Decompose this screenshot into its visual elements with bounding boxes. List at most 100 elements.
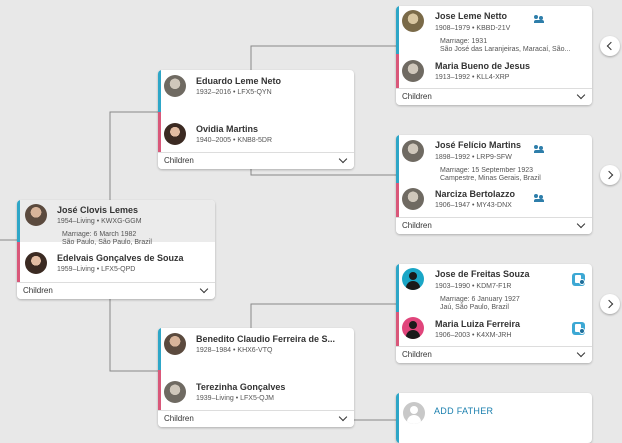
- person-name[interactable]: Jose Leme Netto: [435, 11, 530, 21]
- person-meta: 1932–2016 • LFX5-QYN: [196, 89, 272, 96]
- marriage-info: Marriage: 15 September 1923 Campestre, M…: [440, 167, 590, 183]
- separator: •: [96, 218, 100, 225]
- people-record-icon[interactable]: [534, 15, 544, 23]
- person-meta: 1898–1992 • LRP9-SFW: [435, 154, 512, 161]
- marriage-place: São Paulo, São Paulo, Brazil: [62, 239, 152, 246]
- person-name[interactable]: Maria Bueno de Jesus: [435, 61, 585, 71]
- chevron-down-icon: [576, 90, 586, 100]
- children-toggle[interactable]: Children: [17, 282, 215, 299]
- chevron-down-icon: [576, 219, 586, 229]
- chevron-right-icon: [604, 170, 614, 180]
- children-label: Children: [402, 92, 432, 101]
- grandmother-1[interactable]: Maria Bueno de Jesus 1913–1992 • KLL4-XR…: [396, 58, 592, 88]
- lifespan: 1928–1984: [196, 347, 232, 354]
- person-id: KDM7-F1R: [476, 283, 512, 290]
- person-name[interactable]: Edelvais Gonçalves de Souza: [57, 253, 212, 263]
- person-id: LFX5-QJM: [240, 395, 274, 402]
- lifespan: 1908–1979: [435, 25, 471, 32]
- grandfather-3[interactable]: Jose de Freitas Souza 1903–1990 • KDM7-F…: [396, 264, 592, 294]
- grandparents-card-2: José Felício Martins 1898–1992 • LRP9-SF…: [396, 135, 592, 234]
- marriage-place: Campestre, Minas Gerais, Brazil: [440, 175, 541, 182]
- person-name[interactable]: Maria Luiza Ferreira: [435, 319, 565, 329]
- lifespan: 1913–1992: [435, 74, 471, 81]
- avatar: [402, 10, 424, 32]
- marriage-info: Marriage: 6 January 1927 Jaú, São Paulo,…: [440, 296, 590, 312]
- chevron-right-icon: [604, 299, 614, 309]
- children-toggle[interactable]: Children: [158, 152, 354, 169]
- person-meta: 1913–1992 • KLL4-XRP: [435, 74, 509, 81]
- children-label: Children: [164, 414, 194, 423]
- expand-right-button[interactable]: [600, 294, 620, 314]
- marriage-date: Marriage: 6 March 1982: [62, 231, 137, 238]
- person-meta: 1928–1984 • KHX6-VTQ: [196, 347, 272, 354]
- person-id: KNB8-5DR: [237, 137, 273, 144]
- children-toggle[interactable]: Children: [396, 346, 592, 363]
- maternal-mother[interactable]: Terezinha Gonçalves 1939–Living • LFX5-Q…: [158, 378, 354, 410]
- people-record-icon[interactable]: [534, 194, 544, 202]
- paternal-father[interactable]: Eduardo Leme Neto 1932–2016 • LFX5-QYN: [158, 70, 354, 112]
- maternal-father[interactable]: Benedito Claudio Ferreira de S... 1928–1…: [158, 328, 354, 370]
- expand-right-button[interactable]: [600, 165, 620, 185]
- grandparents-card-3: Jose de Freitas Souza 1903–1990 • KDM7-F…: [396, 264, 592, 363]
- separator: •: [472, 332, 475, 339]
- person-id: KWXG-GGM: [101, 218, 142, 225]
- grandfather-2[interactable]: José Felício Martins 1898–1992 • LRP9-SF…: [396, 135, 592, 165]
- person-name[interactable]: José Clovis Lemes: [57, 205, 207, 215]
- person-meta: 1939–Living • LFX5-QJM: [196, 395, 274, 402]
- male-bar: [396, 393, 399, 443]
- person-meta: 1906–2003 • K4XM-JRH: [435, 332, 511, 339]
- lifespan: 1932–2016: [196, 89, 232, 96]
- person-name[interactable]: Narciza Bertolazzo: [435, 189, 530, 199]
- separator: •: [472, 283, 475, 290]
- lifespan: 1959–Living: [57, 266, 95, 273]
- chevron-down-icon: [338, 412, 348, 422]
- chevron-down-icon: [199, 284, 209, 294]
- children-label: Children: [402, 221, 432, 230]
- female-silhouette-icon: [402, 317, 424, 339]
- root-wife[interactable]: Edelvais Gonçalves de Souza 1959–Living …: [17, 250, 215, 282]
- person-name[interactable]: Eduardo Leme Neto: [196, 76, 346, 86]
- person-id: KLL4-XRP: [476, 74, 510, 81]
- paternal-mother[interactable]: Ovidia Martins 1940–2005 • KNB8-5DR: [158, 120, 354, 152]
- people-record-icon[interactable]: [534, 145, 544, 153]
- children-label: Children: [164, 156, 194, 165]
- chevron-down-icon: [338, 154, 348, 164]
- person-id: LFX5-QYN: [237, 89, 272, 96]
- children-toggle[interactable]: Children: [396, 88, 592, 105]
- avatar: [402, 60, 424, 82]
- person-name[interactable]: Jose de Freitas Souza: [435, 269, 565, 279]
- grandparents-card-1: Jose Leme Netto 1908–1979 • KBBD-21V Mar…: [396, 6, 592, 105]
- children-toggle[interactable]: Children: [158, 410, 354, 427]
- person-id: K4XM-JRH: [476, 332, 512, 339]
- avatar: [164, 75, 186, 97]
- avatar: [25, 252, 47, 274]
- add-father-link[interactable]: ADD FATHER: [434, 406, 493, 416]
- grandfather-1[interactable]: Jose Leme Netto 1908–1979 • KBBD-21V: [396, 6, 592, 36]
- person-id: KHX6-VTQ: [237, 347, 273, 354]
- person-name[interactable]: José Felício Martins: [435, 140, 530, 150]
- record-hint-icon[interactable]: [572, 322, 585, 335]
- grandmother-2[interactable]: Narciza Bertolazzo 1906–1947 • MY43-DNX: [396, 185, 592, 217]
- person-id: MY43-DNX: [476, 202, 512, 209]
- grandmother-3[interactable]: Maria Luiza Ferreira 1906–2003 • K4XM-JR…: [396, 314, 592, 346]
- expand-left-button[interactable]: [600, 36, 620, 56]
- person-meta: 1908–1979 • KBBD-21V: [435, 25, 510, 32]
- separator: •: [235, 395, 239, 402]
- lifespan: 1954–Living: [57, 218, 95, 225]
- lifespan: 1903–1990: [435, 283, 471, 290]
- lifespan: 1906–1947: [435, 202, 471, 209]
- person-name[interactable]: Benedito Claudio Ferreira de S...: [196, 334, 350, 344]
- add-father-card[interactable]: ADD FATHER: [396, 393, 592, 443]
- person-meta: 1959–Living • LFX5-QPD: [57, 266, 135, 273]
- person-meta: 1906–1947 • MY43-DNX: [435, 202, 512, 209]
- separator: •: [96, 266, 100, 273]
- record-hint-icon[interactable]: [572, 273, 585, 286]
- children-toggle[interactable]: Children: [396, 217, 592, 234]
- marriage-info: Marriage: 1931 São José das Laranjeiras,…: [440, 38, 590, 54]
- person-name[interactable]: Terezinha Gonçalves: [196, 382, 346, 392]
- separator: •: [472, 154, 475, 161]
- paternal-parents-card: Eduardo Leme Neto 1932–2016 • LFX5-QYN O…: [158, 70, 354, 169]
- separator: •: [472, 74, 475, 81]
- person-id: LFX5-QPD: [101, 266, 136, 273]
- person-name[interactable]: Ovidia Martins: [196, 124, 346, 134]
